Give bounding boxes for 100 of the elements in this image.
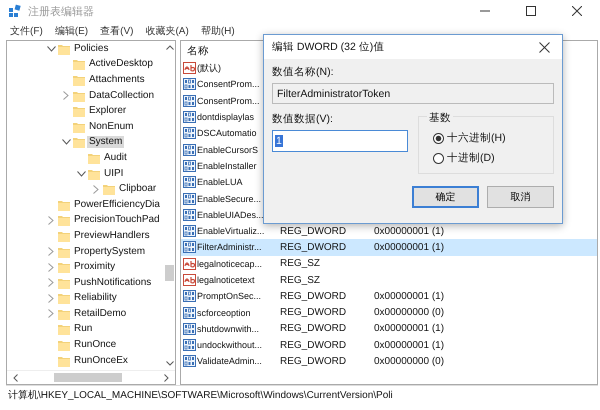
- tree-item[interactable]: RunOnceEx: [72, 354, 130, 367]
- value-name[interactable]: EnableUIADes...: [197, 210, 264, 220]
- status-bar: 计算机\HKEY_LOCAL_MACHINE\SOFTWARE\Microsoft\Windows\CurrentVersion\Poli: [6, 385, 598, 404]
- value-type: REG_DWORD: [280, 307, 346, 318]
- value-name[interactable]: DSCAutomatio: [197, 128, 257, 138]
- value-data: 0x00000000 (0): [374, 307, 444, 318]
- tree-item[interactable]: RunOnce: [72, 339, 118, 352]
- value-name[interactable]: legalnoticecap...: [197, 258, 262, 269]
- chevron-right-icon[interactable]: [48, 309, 54, 318]
- value-name[interactable]: EnableInstaller: [197, 160, 257, 171]
- value-type: REG_DWORD: [280, 340, 346, 351]
- dialog-title: 编辑 DWORD (32 位)值: [272, 40, 384, 54]
- value-name[interactable]: FilterAdministr...: [197, 242, 262, 252]
- value-name[interactable]: EnableLUA: [197, 177, 243, 188]
- tree-item[interactable]: PowerEfficiencyDia: [72, 198, 162, 211]
- value-name[interactable]: EnableVirtualiz...: [197, 226, 264, 236]
- scroll-up-icon[interactable]: [166, 45, 174, 50]
- tree-item[interactable]: Attachments: [87, 74, 147, 86]
- tree-item[interactable]: PushNotifications: [72, 276, 154, 289]
- value-name[interactable]: ValidateAdmin...: [197, 356, 262, 366]
- chevron-right-icon[interactable]: [48, 278, 54, 288]
- value-data: 0x00000001 (1): [374, 340, 444, 351]
- maximize-icon[interactable]: [526, 6, 536, 16]
- menu-item[interactable]: 文件(F): [10, 24, 43, 38]
- folder-icon: [57, 291, 71, 306]
- value-name-field[interactable]: FilterAdministratorToken: [272, 83, 554, 104]
- chevron-down-icon[interactable]: [46, 46, 56, 52]
- field-label: 数值名称(N):: [272, 65, 334, 79]
- value-name[interactable]: legalnoticetext: [197, 275, 255, 285]
- menu-item[interactable]: 查看(V): [100, 24, 134, 38]
- tree-item[interactable]: UIPI: [102, 168, 126, 180]
- menu-item[interactable]: 帮助(H): [200, 24, 235, 38]
- scroll-down-icon[interactable]: [166, 361, 174, 366]
- value-type: REG_SZ: [280, 258, 320, 270]
- chevron-right-icon[interactable]: [48, 294, 54, 303]
- tree-item[interactable]: Reliability: [72, 292, 119, 304]
- binary-value-icon: [183, 127, 196, 140]
- scroll-left-icon[interactable]: [13, 374, 18, 382]
- folder-icon: [57, 260, 71, 274]
- tree-item[interactable]: Clipboar: [117, 183, 158, 196]
- tree-item[interactable]: Explorer: [87, 105, 128, 118]
- scroll-right-icon[interactable]: [164, 374, 169, 382]
- ok-button[interactable]: 确定: [412, 186, 479, 208]
- tree-item[interactable]: Proximity: [72, 261, 118, 274]
- chevron-down-icon[interactable]: [76, 170, 86, 177]
- tree-item[interactable]: PreviewHandlers: [72, 230, 152, 242]
- binary-value-icon: [183, 176, 196, 188]
- binary-value-icon: [183, 208, 196, 221]
- value-name[interactable]: PromptOnSec...: [197, 291, 262, 302]
- menu-item[interactable]: 收藏夹(A): [145, 24, 189, 38]
- value-name[interactable]: shutdownwith...: [197, 324, 260, 334]
- value-type: REG_DWORD: [280, 242, 346, 253]
- tree-item[interactable]: Run: [72, 323, 94, 336]
- scrollbar-thumb[interactable]: [165, 265, 174, 281]
- tree-item[interactable]: NonEnum: [87, 120, 136, 133]
- tree-item[interactable]: RetailDemo: [72, 308, 128, 320]
- tree-item[interactable]: ActiveDesktop: [87, 58, 155, 70]
- radio-button[interactable]: [433, 132, 444, 144]
- close-icon[interactable]: [572, 6, 582, 16]
- group-label: 基数: [427, 111, 453, 125]
- chevron-down-icon[interactable]: [62, 139, 70, 146]
- value-data-field[interactable]: 1: [272, 130, 408, 152]
- chevron-right-icon[interactable]: [63, 91, 69, 100]
- binary-value-icon: [183, 225, 196, 238]
- folder-icon: [57, 213, 71, 228]
- value-name[interactable]: EnableCursorS: [197, 144, 258, 155]
- value-name[interactable]: ConsentProm...: [197, 96, 260, 106]
- chevron-right-icon[interactable]: [48, 262, 54, 272]
- tree-item[interactable]: System: [87, 136, 124, 148]
- string-value-icon: [183, 258, 196, 270]
- radio-button[interactable]: [433, 152, 444, 164]
- chevron-right-icon[interactable]: [48, 247, 54, 256]
- binary-value-icon: [183, 111, 196, 124]
- cancel-button[interactable]: 取消: [487, 186, 554, 208]
- value-name[interactable]: dontdisplaylas: [197, 112, 254, 122]
- binary-value-icon: [183, 192, 196, 205]
- value-name[interactable]: undockwithout...: [197, 340, 262, 350]
- value-name[interactable]: (默认): [197, 62, 221, 75]
- binary-value-icon: [183, 355, 196, 368]
- tree-item[interactable]: DataCollection: [87, 90, 156, 102]
- close-icon[interactable]: [539, 42, 550, 52]
- window-title: 注册表编辑器: [28, 4, 94, 18]
- value-data: 0x00000001 (1): [374, 226, 444, 237]
- menu-item[interactable]: 编辑(E): [54, 24, 88, 38]
- scrollbar-thumb[interactable]: [54, 373, 122, 382]
- column-header[interactable]: 名称: [187, 44, 209, 58]
- tree-item[interactable]: PropertySystem: [72, 246, 148, 258]
- value-name[interactable]: EnableSecure...: [197, 194, 262, 204]
- chevron-right-icon[interactable]: [93, 184, 99, 194]
- value-type: REG_DWORD: [280, 226, 346, 237]
- tree-item[interactable]: Policies: [72, 42, 110, 55]
- radio-label[interactable]: 十进制(D): [447, 151, 495, 165]
- tree-item[interactable]: Audit: [102, 152, 129, 164]
- value-data: 0x00000001 (1): [374, 323, 444, 334]
- value-data: 0x00000001 (1): [374, 242, 444, 253]
- value-name[interactable]: scforceoption: [197, 308, 251, 318]
- radio-label[interactable]: 十六进制(H): [447, 131, 506, 145]
- tree-item[interactable]: PrecisionTouchPad: [72, 214, 162, 226]
- chevron-right-icon[interactable]: [48, 216, 54, 225]
- value-name[interactable]: ConsentProm...: [197, 79, 260, 90]
